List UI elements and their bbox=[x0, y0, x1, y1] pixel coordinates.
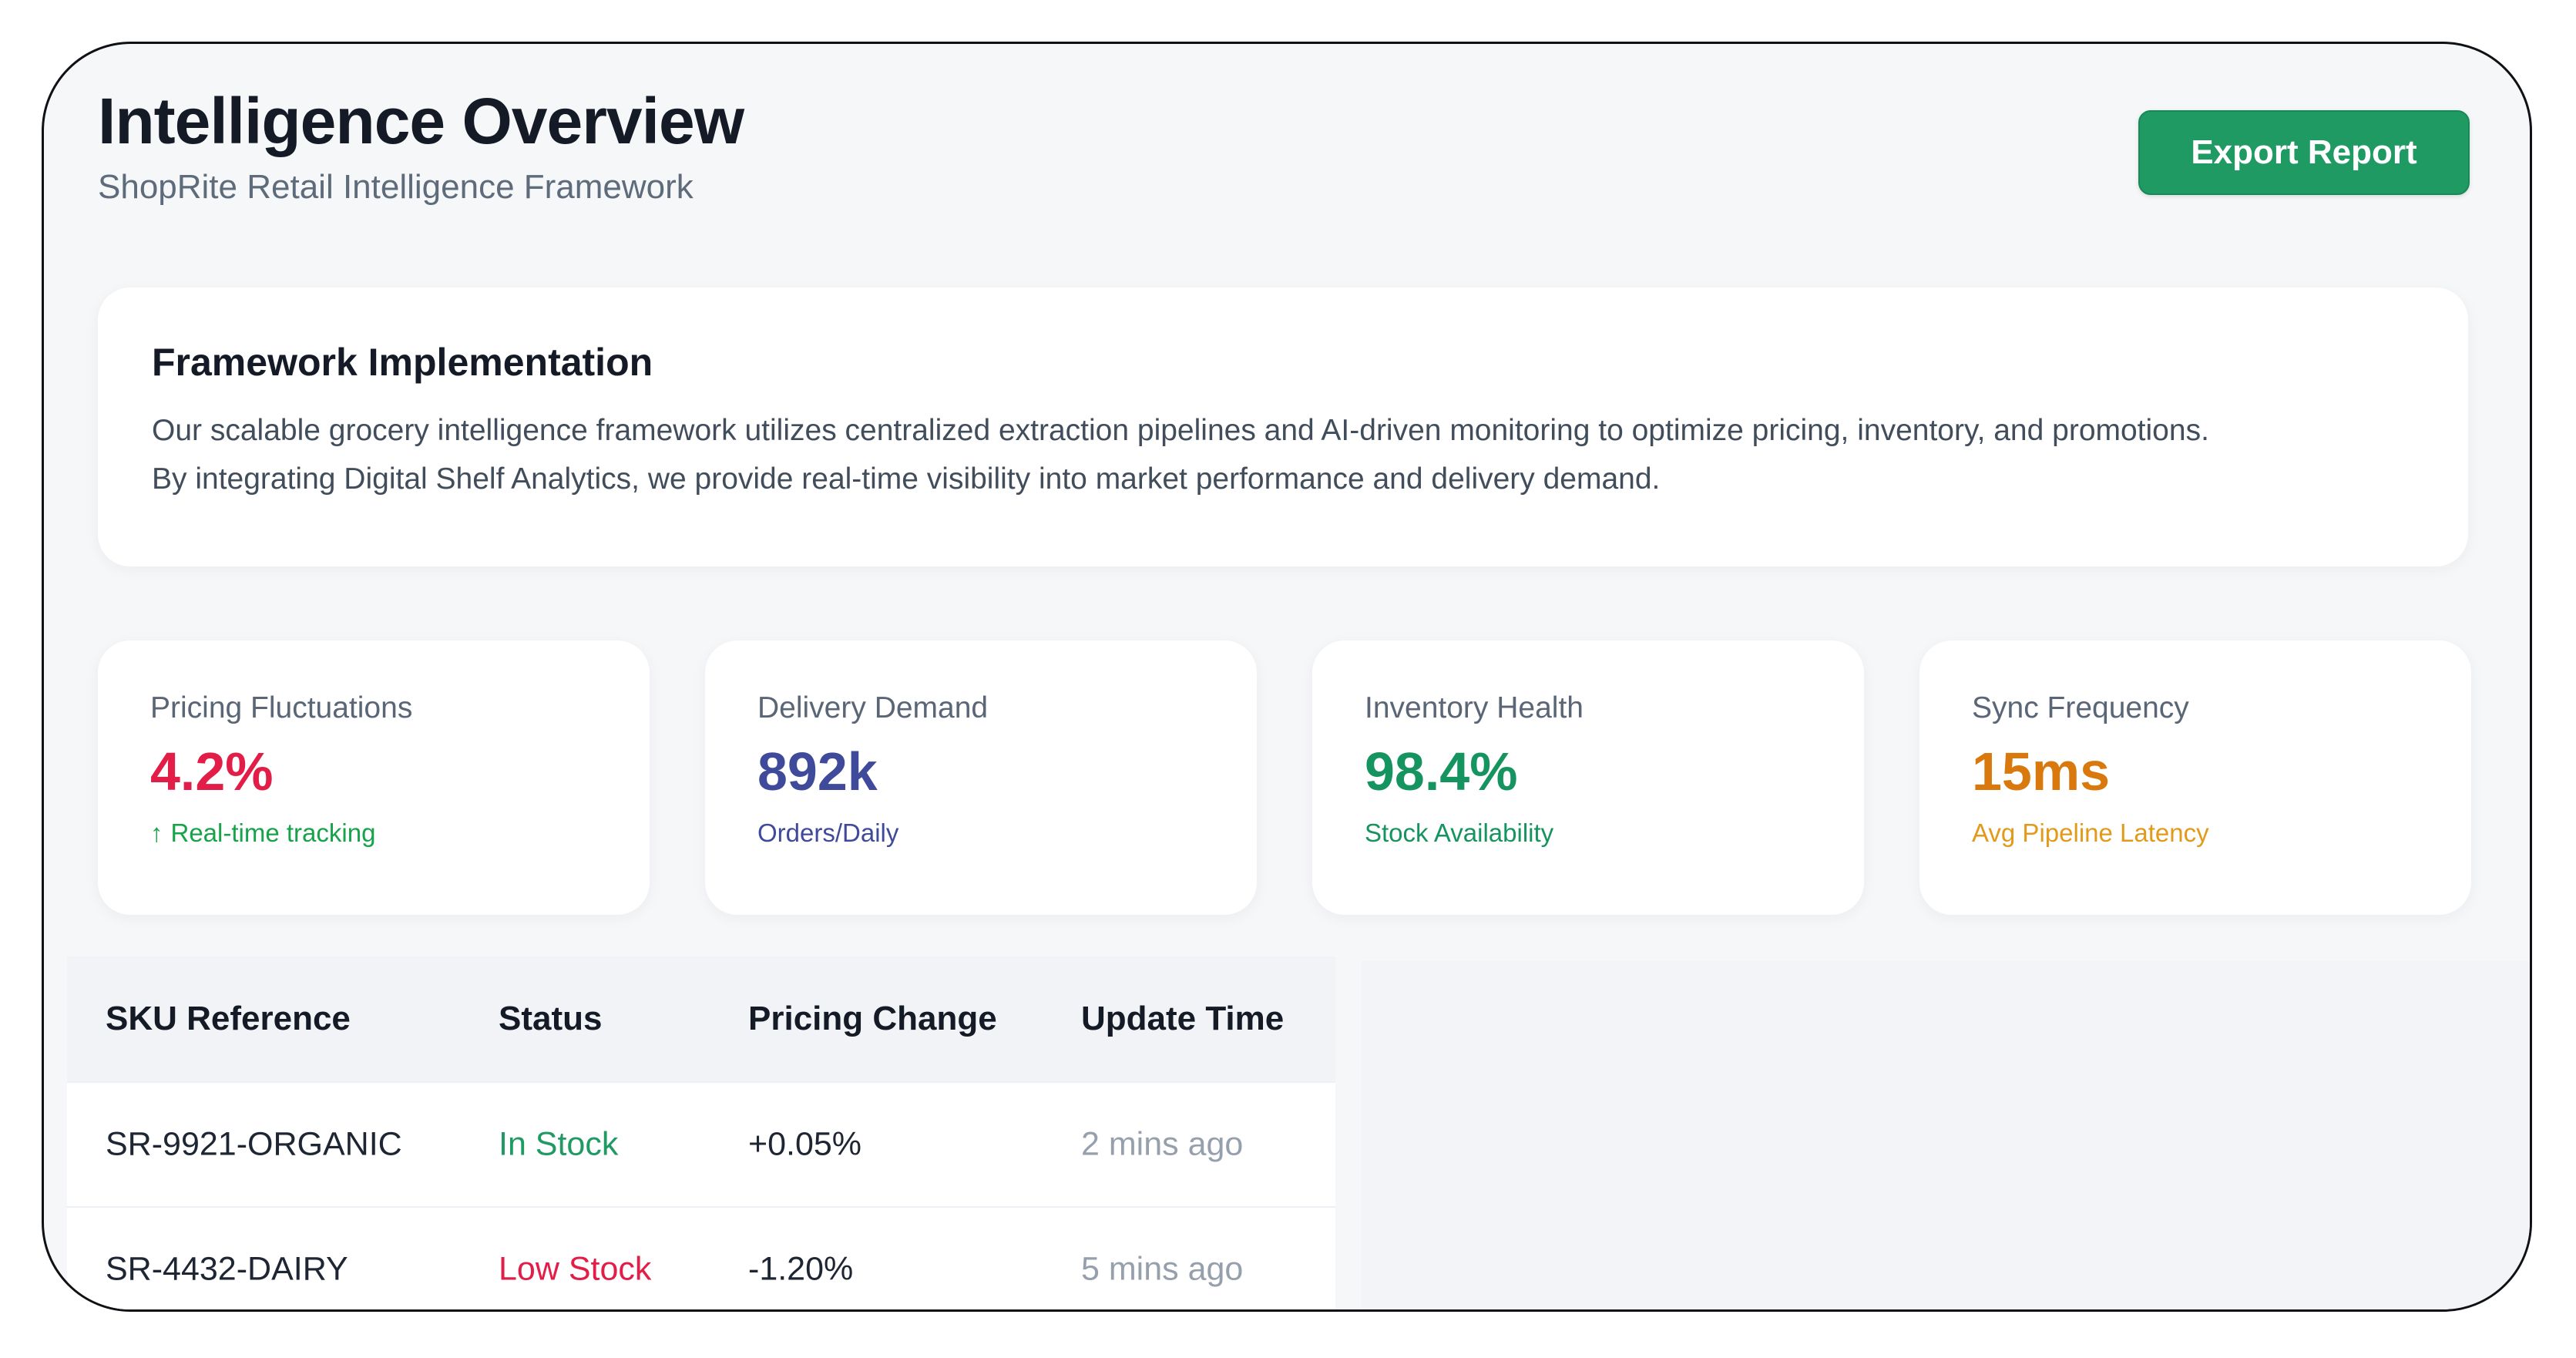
stat-note: Stock Availability bbox=[1365, 818, 1554, 847]
page-subtitle: ShopRite Retail Intelligence Framework bbox=[98, 168, 694, 206]
stat-note: Orders/Daily bbox=[757, 818, 899, 847]
column-header-pricing-change: Pricing Change bbox=[748, 1000, 997, 1037]
stat-note-text: Real-time tracking bbox=[170, 818, 376, 847]
stat-note: ↑ Real-time tracking bbox=[150, 820, 597, 845]
sku-reference: SR-9921-ORGANIC bbox=[106, 1125, 402, 1163]
stock-status: In Stock bbox=[499, 1125, 619, 1163]
stat-note: Avg Pipeline Latency bbox=[1972, 818, 2209, 847]
framework-text-line-2: By integrating Digital Shelf Analytics, … bbox=[152, 462, 1661, 496]
framework-title: Framework Implementation bbox=[152, 341, 653, 384]
stock-status: Low Stock bbox=[499, 1250, 652, 1288]
pricing-change: +0.05% bbox=[748, 1125, 862, 1163]
stat-value: 98.4% bbox=[1365, 741, 1518, 802]
stat-value: 4.2% bbox=[150, 741, 274, 802]
update-time: 5 mins ago bbox=[1081, 1250, 1244, 1288]
framework-text-line-1: Our scalable grocery intelligence framew… bbox=[152, 414, 2209, 447]
page-title: Intelligence Overview bbox=[98, 85, 744, 157]
stat-value: 892k bbox=[757, 741, 878, 802]
stat-label: Inventory Health bbox=[1365, 691, 1584, 724]
app-frame: Intelligence Overview ShopRite Retail In… bbox=[42, 42, 2532, 1312]
stat-label: Delivery Demand bbox=[757, 691, 989, 724]
stat-card-delivery-demand: Delivery Demand 892k Orders/Daily bbox=[705, 640, 1257, 915]
framework-card: Framework Implementation Our scalable gr… bbox=[98, 287, 2468, 566]
stat-card-sync-frequency: Sync Frequency 15ms Avg Pipeline Latency bbox=[1919, 640, 2471, 915]
stat-card-inventory-health: Inventory Health 98.4% Stock Availabilit… bbox=[1312, 640, 1864, 915]
sku-reference: SR-4432-DAIRY bbox=[106, 1250, 348, 1288]
stat-value: 15ms bbox=[1972, 741, 2111, 802]
framework-description: Our scalable grocery intelligence framew… bbox=[152, 406, 2414, 503]
stat-card-pricing-fluctuations: Pricing Fluctuations 4.2% ↑ Real-time tra… bbox=[98, 640, 650, 915]
table-row: SR-4432-DAIRY Low Stock -1.20% 5 mins ag… bbox=[67, 1206, 1335, 1309]
table-header-row: SKU Reference Status Pricing Change Upda… bbox=[67, 956, 1335, 1081]
stat-label: Pricing Fluctuations bbox=[150, 691, 413, 724]
column-header-status: Status bbox=[499, 1000, 603, 1037]
stat-label: Sync Frequency bbox=[1972, 691, 2189, 724]
header: Intelligence Overview ShopRite Retail In… bbox=[98, 89, 744, 206]
sku-table: SKU Reference Status Pricing Change Upda… bbox=[67, 956, 1335, 1309]
pricing-change: -1.20% bbox=[748, 1250, 854, 1288]
update-time: 2 mins ago bbox=[1081, 1125, 1244, 1163]
arrow-up-icon: ↑ bbox=[150, 818, 163, 847]
column-header-update-time: Update Time bbox=[1081, 1000, 1285, 1037]
table-row: SR-9921-ORGANIC In Stock +0.05% 2 mins a… bbox=[67, 1081, 1335, 1206]
export-report-button[interactable]: Export Report bbox=[2138, 110, 2470, 195]
empty-content-panel bbox=[1362, 961, 2530, 1309]
column-header-sku-reference: SKU Reference bbox=[106, 1000, 351, 1037]
